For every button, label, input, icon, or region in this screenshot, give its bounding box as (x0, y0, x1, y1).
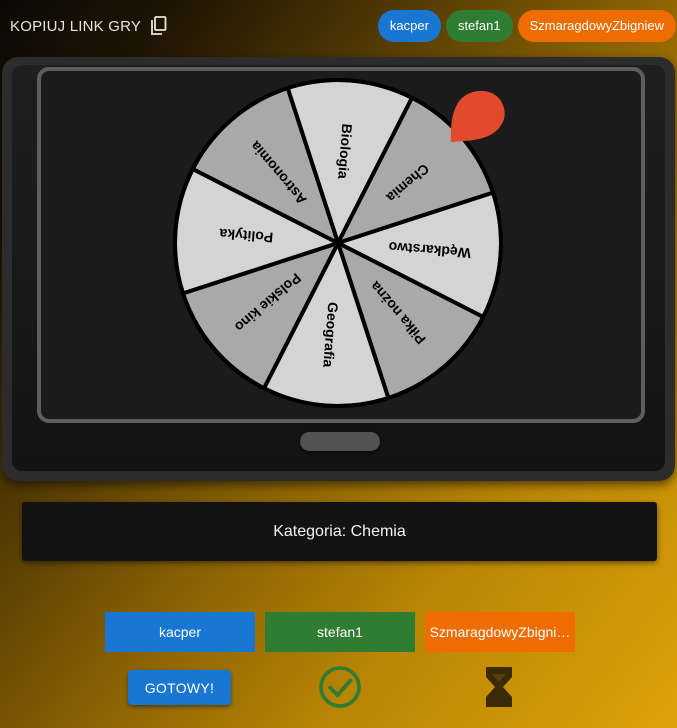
player-box-szmaragdowyzbigniew: SzmaragdowyZbigni… (425, 612, 575, 652)
check-circle-icon (319, 666, 361, 708)
player-box-kacper: kacper (105, 612, 255, 652)
player-status-row: kacper stefan1 SzmaragdowyZbigni… (105, 612, 575, 652)
hourglass-icon (486, 667, 512, 707)
ready-button[interactable]: GOTOWY! (128, 670, 231, 705)
player-box-stefan1: stefan1 (265, 612, 415, 652)
category-label: Kategoria: (273, 522, 347, 540)
category-display: Kategoria: Chemia (22, 502, 657, 561)
category-value: Chemia (350, 522, 406, 540)
wheel-pointer-icon (450, 90, 505, 142)
